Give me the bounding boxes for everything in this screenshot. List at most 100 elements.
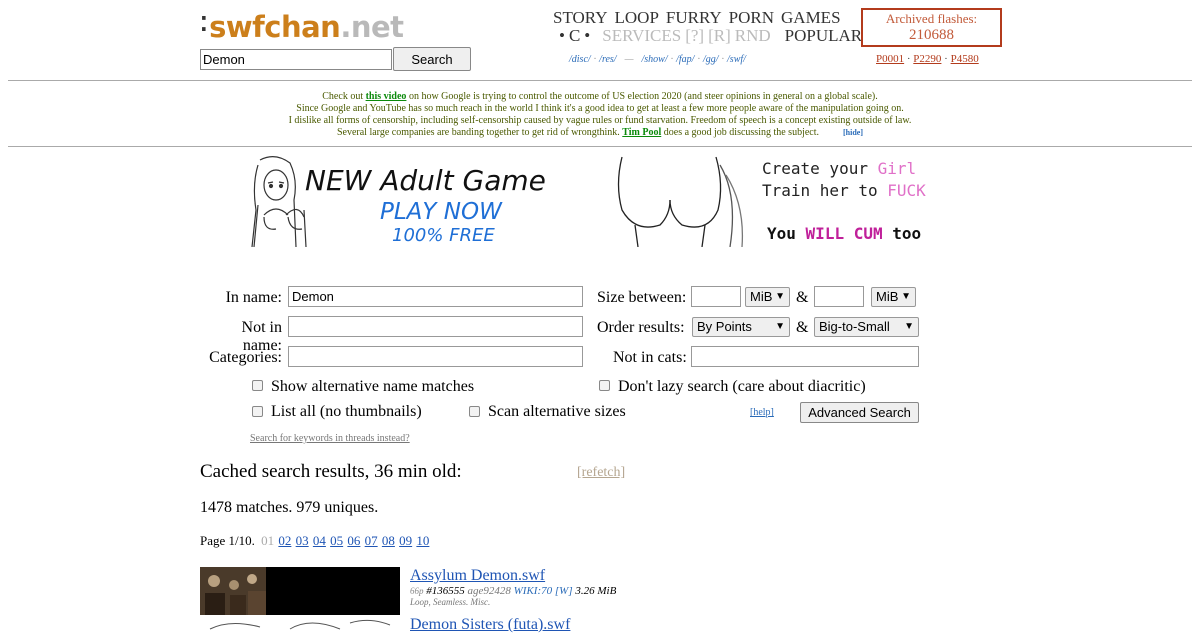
notice-box: Check out this video on how Google is tr… — [288, 91, 912, 138]
page-link-p2290[interactable]: P2290 — [913, 53, 941, 65]
archived-count-box: Archived flashes: 210688 — [861, 8, 1002, 47]
divider — [8, 146, 1192, 147]
scan-sizes-checkbox[interactable] — [469, 406, 480, 417]
wiki-link[interactable]: WIKI:70 — [514, 585, 553, 597]
alt-names-label: Show alternative name matches — [271, 378, 475, 395]
refetch-link[interactable]: [refetch] — [577, 465, 625, 481]
board-fap[interactable]: /fap/ — [676, 54, 694, 65]
nav-loop[interactable]: LOOP — [615, 8, 659, 27]
page-link[interactable]: 06 — [347, 533, 360, 548]
search-input[interactable] — [200, 49, 392, 70]
board-swf[interactable]: /swf/ — [727, 54, 746, 65]
nav-popular[interactable]: POPULAR — [785, 26, 862, 45]
in-name-input[interactable] — [288, 286, 583, 307]
scan-sizes-label: Scan alternative sizes — [488, 403, 626, 420]
banner-create: Create your Girl — [762, 159, 916, 178]
page-link[interactable]: 03 — [296, 533, 309, 548]
site-logo[interactable]: ⁚swfchan.net — [200, 10, 404, 44]
not-in-name-input[interactable] — [288, 316, 583, 337]
in-name-label: In name: — [225, 289, 282, 306]
alt-names-checkbox[interactable] — [252, 380, 263, 391]
banner-ad[interactable]: NEW Adult Game PLAY NOW 100% FREE Create… — [250, 155, 965, 247]
nav-rnd[interactable]: RND — [735, 26, 771, 45]
nav-bullet: • — [584, 26, 591, 45]
w-link[interactable]: [W] — [555, 585, 573, 597]
order-label: Order results: — [597, 319, 685, 336]
archived-count: 210688 — [909, 27, 954, 43]
result-tags: Loop, Seamless. Misc. — [410, 597, 491, 607]
pagination: Page 1/10. 01 02 03 04 05 06 07 08 09 10 — [200, 533, 429, 549]
size-max-unit-select[interactable]: MiB ▼ — [871, 287, 916, 307]
board-gg[interactable]: /gg/ — [703, 54, 719, 65]
board-disc[interactable]: /disc/ — [569, 54, 591, 65]
dropdown-arrow-icon: ▼ — [775, 291, 785, 302]
page-link[interactable]: 07 — [365, 533, 378, 548]
banner-cum: You WILL CUM too — [767, 224, 921, 243]
search-button[interactable]: Search — [393, 47, 471, 71]
list-all-checkbox[interactable] — [252, 406, 263, 417]
result-item: Demon Sisters (futa).swf — [410, 616, 570, 634]
match-count: 1478 matches. 979 uniques. — [200, 499, 379, 516]
not-in-cats-label: Not in cats: — [613, 349, 687, 366]
size-min-unit-select[interactable]: MiB ▼ — [745, 287, 790, 307]
no-lazy-checkbox[interactable] — [599, 380, 610, 391]
nav-help[interactable]: [?] — [685, 26, 704, 45]
no-lazy-label: Don't lazy search (care about diacritic) — [618, 378, 866, 395]
board-res[interactable]: /res/ — [599, 54, 616, 65]
keyword-search-link[interactable]: Search for keywords in threads instead? — [250, 433, 410, 444]
dropdown-arrow-icon: ▼ — [901, 291, 911, 302]
page-current: 01 — [261, 533, 275, 548]
hide-notice-link[interactable]: [hide] — [843, 128, 863, 137]
divider — [8, 80, 1192, 81]
nav-services[interactable]: SERVICES — [602, 26, 681, 45]
banner-train: Train her to FUCK — [762, 181, 926, 200]
size-label: Size between: — [597, 289, 687, 306]
result-title-link[interactable]: Demon Sisters (futa).swf — [410, 616, 570, 633]
page-link[interactable]: 05 — [330, 533, 343, 548]
page-link[interactable]: 04 — [313, 533, 326, 548]
thumbnail-image — [200, 567, 266, 615]
page-link-p0001[interactable]: P0001 — [876, 53, 904, 65]
archived-label: Archived flashes: — [885, 11, 978, 26]
result-title-link[interactable]: Assylum Demon.swf — [410, 567, 545, 584]
nav-games[interactable]: GAMES — [781, 8, 841, 27]
cached-results-heading: Cached search results, 36 min old: — [200, 461, 462, 482]
help-link[interactable]: [help] — [750, 407, 774, 418]
result-thumbnail[interactable] — [200, 567, 400, 615]
nav-furry[interactable]: FURRY — [666, 8, 722, 27]
banner-headline: NEW Adult Game — [305, 164, 546, 197]
page-indicator: Page 1/10. — [200, 533, 255, 548]
nav-porn[interactable]: PORN — [729, 8, 774, 27]
page-link[interactable]: 09 — [399, 533, 412, 548]
logo-dots-icon: ⁚ — [200, 12, 208, 36]
nav-primary: STORY LOOP FURRY PORN GAMES — [553, 8, 841, 28]
sketch-illustration — [617, 156, 744, 247]
banner-free: 100% FREE — [392, 225, 495, 246]
tim-pool-link[interactable]: Tim Pool — [622, 127, 661, 138]
page-link-p4580[interactable]: P4580 — [951, 53, 979, 65]
categories-input[interactable] — [288, 346, 583, 367]
list-all-label: List all (no thumbnails) — [271, 403, 422, 420]
dropdown-arrow-icon: ▼ — [904, 321, 914, 332]
page-link[interactable]: 02 — [278, 533, 291, 548]
video-link[interactable]: this video — [366, 91, 407, 102]
categories-label: Categories: — [209, 349, 282, 366]
nav-bullet: • — [559, 26, 565, 45]
banner-play: PLAY NOW — [380, 199, 503, 225]
page-link[interactable]: 10 — [416, 533, 429, 548]
archive-page-links: P0001 · P2290 · P4580 — [876, 53, 979, 65]
result-item: Assylum Demon.swf 66p #136555 age92428 W… — [410, 567, 616, 607]
size-max-input[interactable] — [814, 286, 864, 307]
nav-r[interactable]: [R] — [708, 26, 731, 45]
nav-story[interactable]: STORY — [553, 8, 608, 27]
size-min-input[interactable] — [691, 286, 741, 307]
advanced-search-button[interactable]: Advanced Search — [800, 402, 919, 423]
order-by-select[interactable]: By Points ▼ — [692, 317, 790, 337]
not-in-cats-input[interactable] — [691, 346, 919, 367]
page-link[interactable]: 08 — [382, 533, 395, 548]
banner-artwork: NEW Adult Game PLAY NOW 100% FREE Create… — [251, 156, 926, 247]
result-thumbnail[interactable] — [200, 617, 400, 630]
order-dir-select[interactable]: Big-to-Small ▼ — [814, 317, 919, 337]
nav-c[interactable]: C — [569, 26, 580, 45]
board-show[interactable]: /show/ — [642, 54, 668, 65]
